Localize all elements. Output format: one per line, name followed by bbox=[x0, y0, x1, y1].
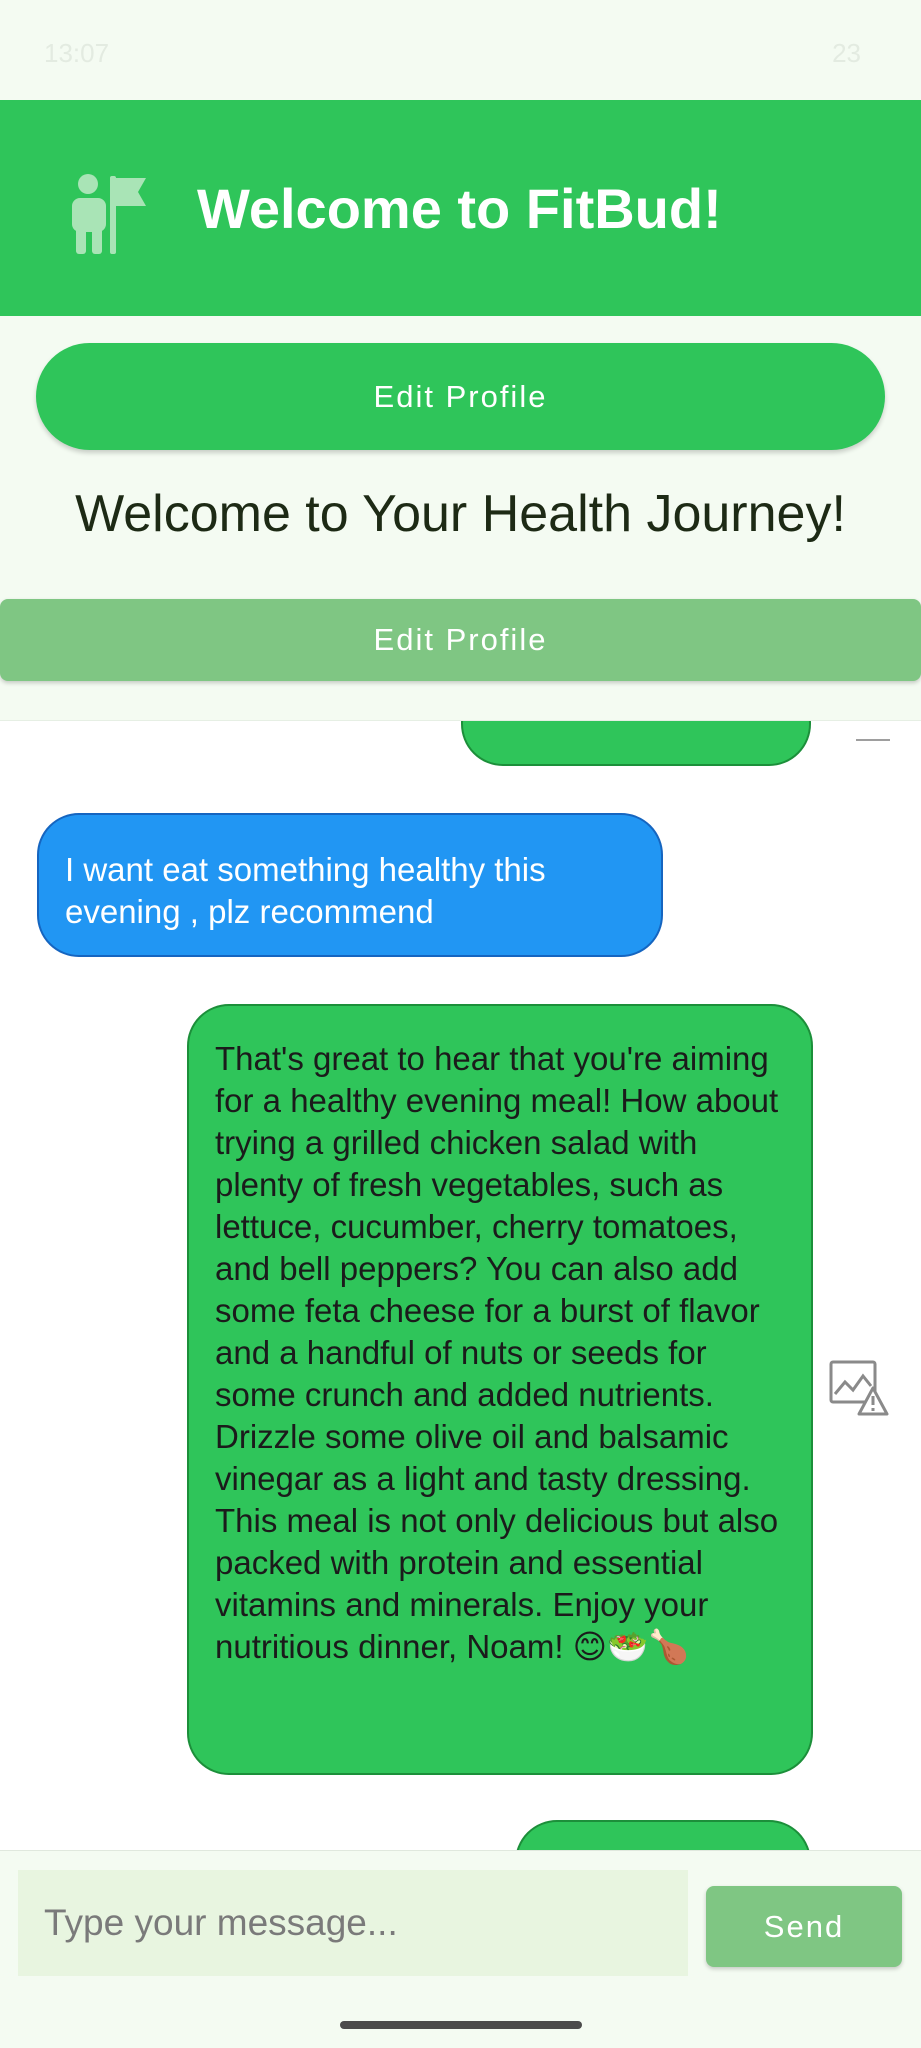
bot-message-bubble-partial bbox=[515, 1820, 811, 1850]
person-flag-icon bbox=[72, 174, 146, 254]
message-input[interactable] bbox=[18, 1870, 688, 1976]
home-indicator[interactable] bbox=[340, 2021, 582, 2029]
bot-message-bubble-partial bbox=[461, 721, 811, 766]
app-header: Welcome to FitBud! bbox=[0, 100, 921, 316]
edit-profile-button[interactable]: Edit Profile bbox=[36, 343, 885, 450]
chat-list[interactable]: I want eat something healthy this evenin… bbox=[0, 720, 921, 1850]
page-title: Welcome to Your Health Journey! bbox=[75, 485, 846, 543]
scrollbar-indicator bbox=[856, 739, 890, 741]
user-message-bubble: I want eat something healthy this evenin… bbox=[37, 813, 663, 957]
app-title: Welcome to FitBud! bbox=[197, 177, 722, 240]
status-time: 13:07 bbox=[44, 38, 110, 68]
edit-profile-secondary-button[interactable]: Edit Profile bbox=[0, 599, 921, 681]
broken-image-icon bbox=[829, 1360, 889, 1416]
status-bar: 13:07 23 bbox=[0, 0, 921, 100]
composer-bar: Send bbox=[0, 1850, 921, 2048]
status-battery: 23 bbox=[832, 38, 861, 68]
send-button[interactable]: Send bbox=[706, 1886, 902, 1967]
bot-message-bubble: That's great to hear that you're aiming … bbox=[187, 1004, 813, 1775]
